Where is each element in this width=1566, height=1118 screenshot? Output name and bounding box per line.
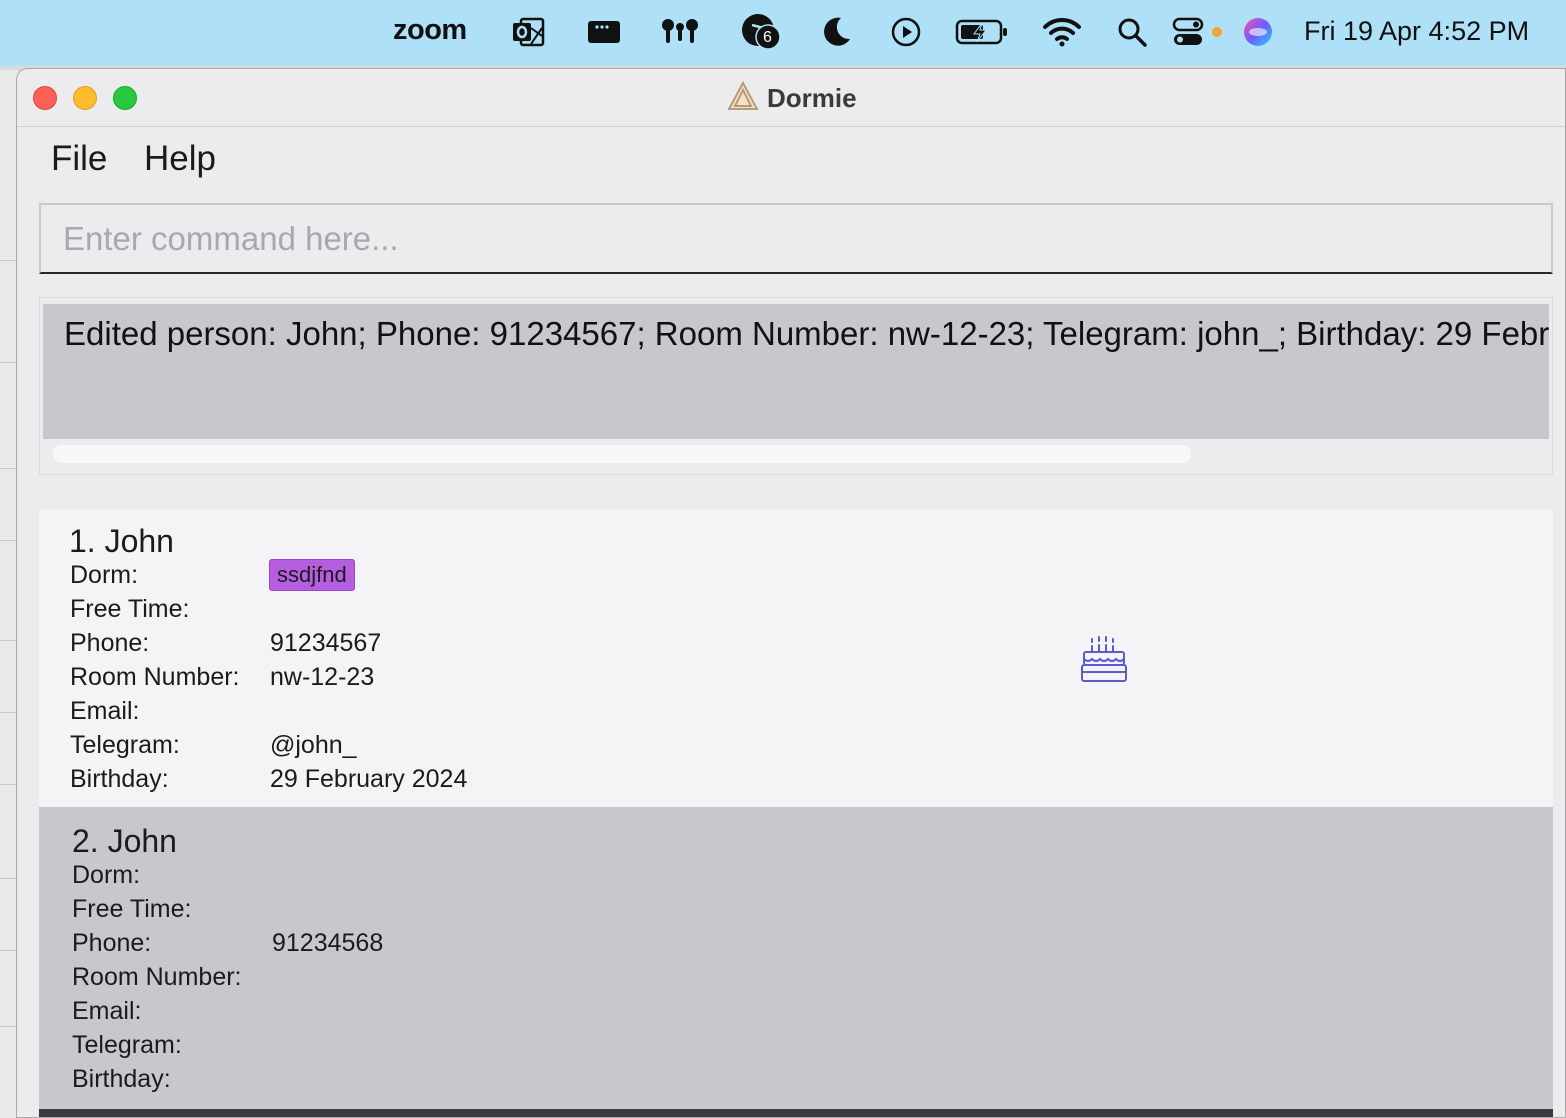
window-title: Dormie	[727, 80, 857, 116]
result-horizontal-scrollbar[interactable]	[53, 445, 1191, 463]
email-row: Email:	[70, 697, 970, 731]
person-card-title: 1. John	[69, 523, 174, 559]
macos-menu-bar: zoom 6 Fri 19 Apr 4:52 PM	[0, 0, 1566, 66]
result-display-pane: Edited person: John; Phone: 91234567; Ro…	[39, 297, 1553, 475]
telegram-label: Telegram:	[72, 1031, 182, 1059]
maximize-window-button[interactable]	[113, 86, 137, 110]
room-number-value: nw-12-23	[270, 663, 375, 691]
dorm-label: Dorm:	[70, 561, 139, 589]
list-bottom-edge	[39, 1109, 1553, 1117]
help-menu[interactable]: Help	[144, 139, 216, 179]
play-icon[interactable]	[888, 15, 924, 49]
phone-value: 91234567	[270, 629, 382, 657]
phone-value: 91234568	[272, 929, 384, 957]
email-label: Email:	[72, 997, 142, 1025]
menu-bar-clock[interactable]: Fri 19 Apr 4:52 PM	[1304, 16, 1529, 47]
phone-row: Phone: 91234568	[72, 929, 972, 963]
airpods-icon[interactable]	[660, 15, 700, 49]
search-icon[interactable]	[1114, 15, 1150, 49]
command-input[interactable]	[41, 205, 1551, 272]
telegram-value: @john_	[270, 731, 357, 759]
telegram-row: Telegram:	[72, 1031, 972, 1065]
room-number-row: Room Number: nw-12-23	[70, 663, 970, 697]
chat-notification-icon[interactable]: 6	[738, 14, 784, 50]
command-box	[39, 203, 1553, 274]
app-menu-bar: File Help	[17, 127, 1565, 193]
free-time-row: Free Time:	[70, 595, 970, 629]
birthday-label: Birthday:	[72, 1065, 171, 1093]
notification-count-badge: 6	[763, 29, 772, 46]
result-message: Edited person: John; Phone: 91234567; Ro…	[64, 315, 1549, 352]
phone-row: Phone: 91234567	[70, 629, 970, 663]
telegram-row: Telegram: @john_	[70, 731, 970, 765]
phone-label: Phone:	[70, 629, 150, 657]
birthday-label: Birthday:	[70, 765, 169, 793]
moon-icon[interactable]	[818, 15, 854, 49]
person-card[interactable]: 2. John Dorm: Free Time: Phone: 91234568…	[39, 807, 1553, 1109]
person-card-title: 2. John	[72, 823, 177, 859]
free-time-label: Free Time:	[70, 595, 190, 623]
person-card[interactable]: 1. John ssdjfnd Dorm: Free Time: Phone: …	[39, 509, 1553, 807]
minimize-window-button[interactable]	[73, 86, 97, 110]
phone-label: Phone:	[72, 929, 152, 957]
telegram-label: Telegram:	[70, 731, 180, 759]
control-center-icon[interactable]	[1170, 15, 1206, 49]
wifi-icon[interactable]	[1042, 15, 1082, 49]
dorm-label: Dorm:	[72, 861, 141, 889]
recording-indicator-dot	[1212, 27, 1222, 37]
dormie-logo-icon	[727, 80, 759, 116]
room-number-row: Room Number:	[72, 963, 972, 997]
dorm-row: Dorm:	[70, 561, 970, 595]
birthday-row: Birthday:	[72, 1065, 972, 1099]
free-time-label: Free Time:	[72, 895, 192, 923]
email-label: Email:	[70, 697, 140, 725]
file-menu[interactable]: File	[51, 139, 107, 179]
room-number-label: Room Number:	[72, 963, 242, 991]
result-display: Edited person: John; Phone: 91234567; Ro…	[43, 304, 1549, 439]
siri-icon[interactable]	[1240, 15, 1276, 49]
keyboard-icon[interactable]	[586, 15, 622, 49]
battery-icon[interactable]	[955, 15, 1009, 49]
outlook-icon[interactable]	[510, 15, 546, 49]
dormie-window: Dormie File Help Edited person: John; Ph…	[16, 68, 1566, 1118]
zoom-app-menu[interactable]: zoom	[393, 14, 467, 47]
dorm-row: Dorm:	[72, 861, 972, 895]
person-list: 1. John ssdjfnd Dorm: Free Time: Phone: …	[39, 509, 1553, 1117]
title-bar[interactable]: Dormie	[17, 69, 1565, 127]
birthday-value: 29 February 2024	[270, 765, 468, 793]
free-time-row: Free Time:	[72, 895, 972, 929]
close-window-button[interactable]	[33, 86, 57, 110]
birthday-cake-icon	[1079, 635, 1129, 690]
birthday-row: Birthday: 29 February 2024	[70, 765, 970, 799]
room-number-label: Room Number:	[70, 663, 240, 691]
email-row: Email:	[72, 997, 972, 1031]
window-title-text: Dormie	[767, 83, 857, 113]
